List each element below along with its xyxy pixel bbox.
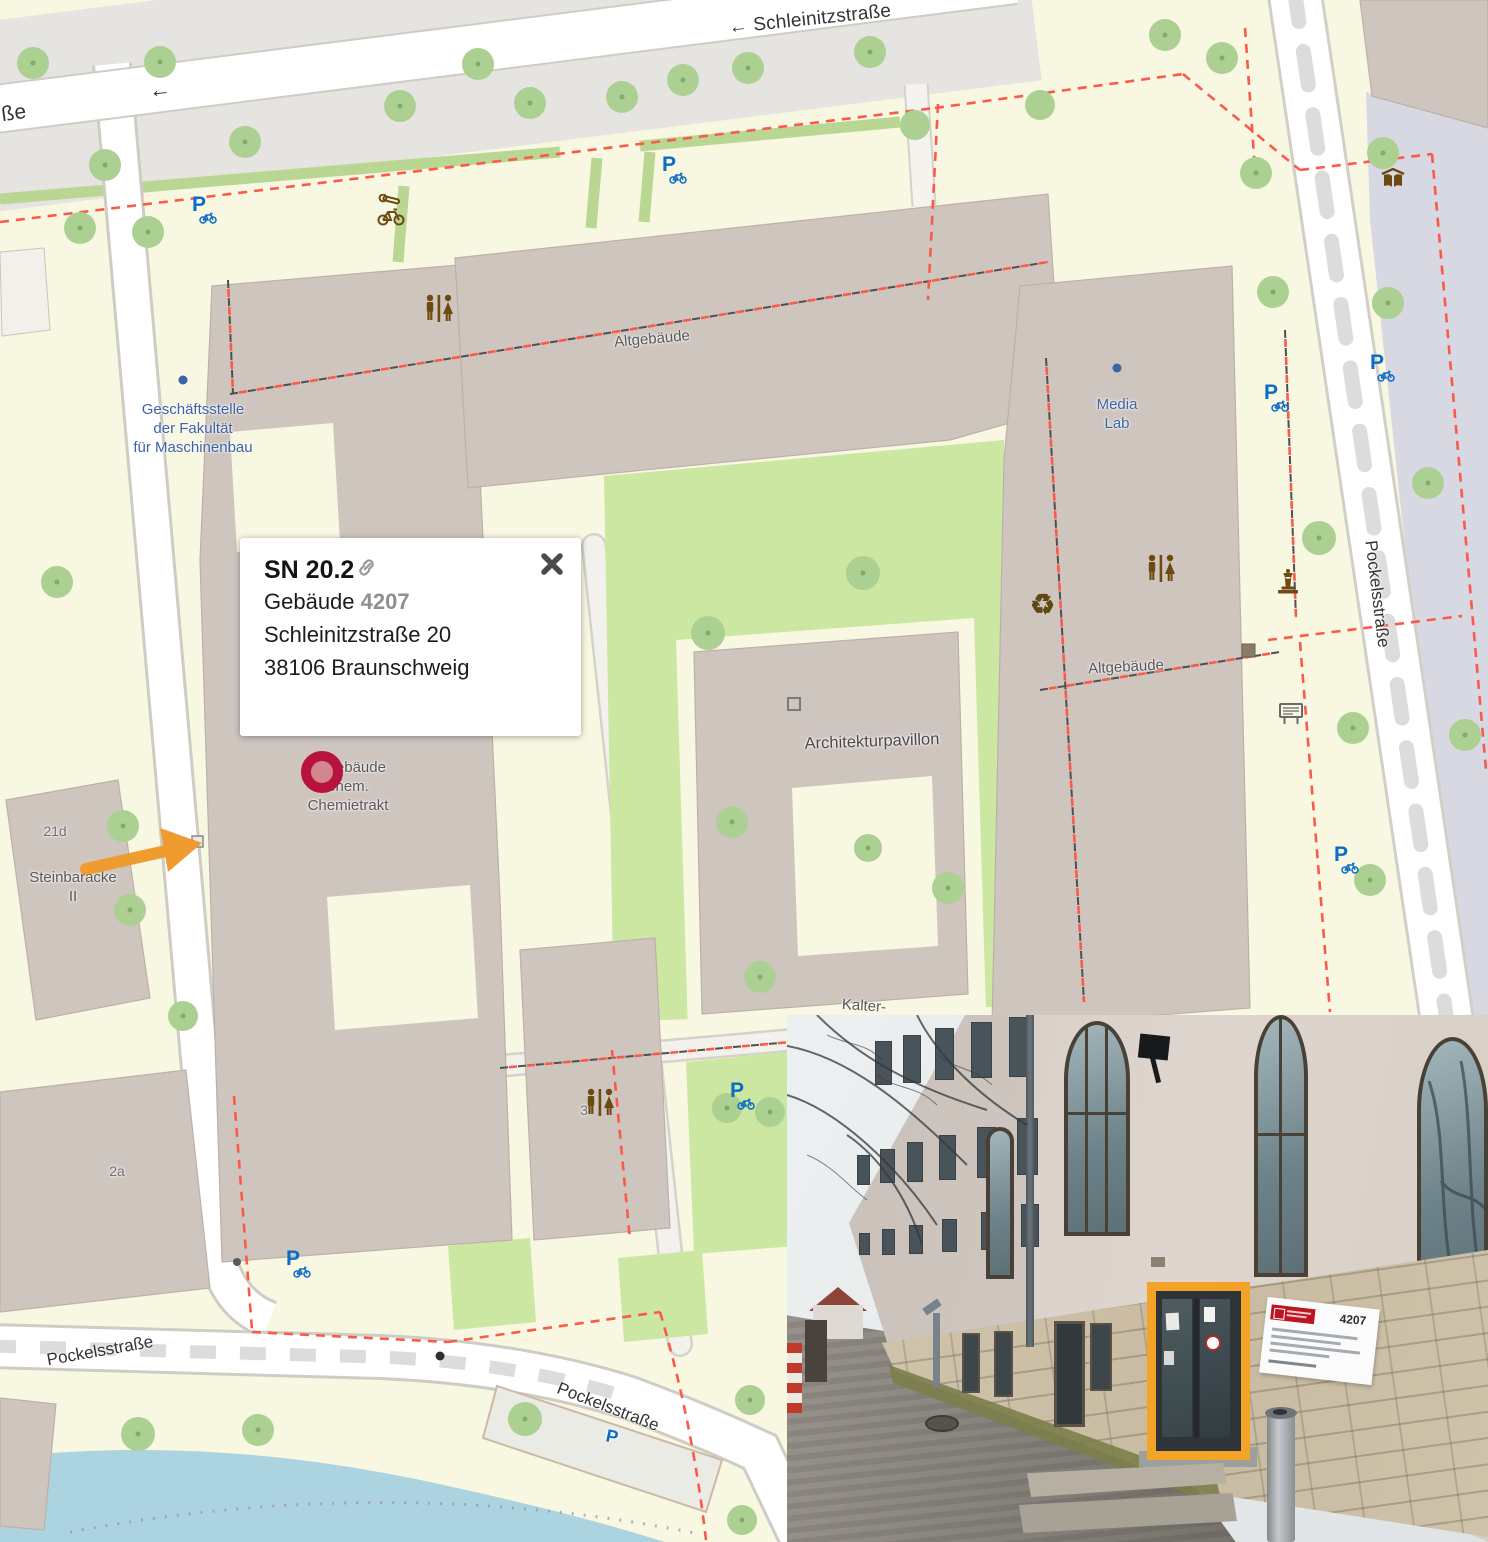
location-marker[interactable]: [301, 751, 343, 793]
door-notice: [1164, 1351, 1174, 1365]
highlighted-entrance-door: [1147, 1282, 1250, 1460]
bare-tree-branches: [787, 1015, 1127, 1285]
popup-title: SN 20.2: [264, 556, 354, 585]
door-notice: [1204, 1307, 1215, 1322]
building-sign: 4207: [1259, 1297, 1380, 1385]
basement-window: [1054, 1321, 1085, 1427]
entrance-photo-inset: 4207: [787, 1015, 1488, 1542]
popup-building-line: Gebäude 4207: [264, 585, 581, 618]
popup-address-street: Schleinitzstraße 20: [264, 618, 581, 651]
entrance-node: [192, 836, 203, 847]
building-number: 4207: [361, 589, 410, 614]
basement-window: [962, 1333, 980, 1393]
basement-window: [994, 1331, 1013, 1397]
building-popup: SN 20.2 Gebäude 4207 Schleinitzstraße 20…: [240, 538, 581, 736]
striped-barrier: [787, 1343, 802, 1413]
manhole-cover: [925, 1415, 959, 1432]
background-shed: [805, 1320, 827, 1382]
door-notice: [1166, 1313, 1180, 1331]
popup-title-row: SN 20.2: [264, 556, 581, 585]
door-stile: [1194, 1299, 1199, 1437]
map-screenshot: ← Schleinitzstraße ← ße Geschäftsstelled…: [0, 0, 1488, 1542]
popup-address-city: 38106 Braunschweig: [264, 651, 581, 684]
no-entry-sign: [1205, 1335, 1221, 1351]
sign-building-number: 4207: [1339, 1312, 1376, 1329]
tu-logo: [1270, 1304, 1315, 1324]
poi-dot: [179, 376, 188, 385]
basement-window: [1090, 1323, 1112, 1391]
arched-window: [1254, 1015, 1308, 1277]
trash-bin: [1267, 1411, 1295, 1542]
wall-plaque: [1151, 1257, 1165, 1267]
poi-dot: [1113, 364, 1122, 373]
downpipe-elbow: [933, 1313, 940, 1387]
permalink-icon[interactable]: [356, 556, 377, 585]
trash-bin-hole: [1273, 1409, 1287, 1415]
popup-close-icon[interactable]: [539, 552, 565, 578]
